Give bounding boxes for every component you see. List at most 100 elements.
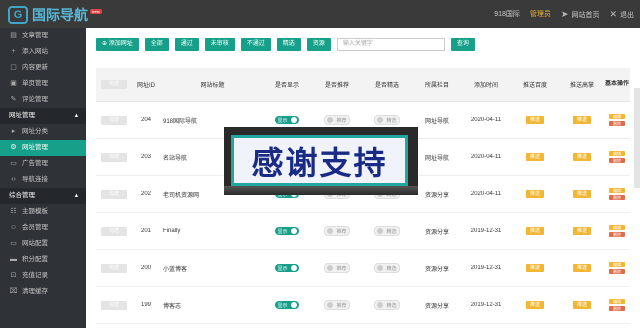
row-checkbox[interactable]: 勾选 xyxy=(101,300,127,310)
row-checkbox[interactable]: 勾选 xyxy=(101,152,127,162)
featured-toggle-label: 精选 xyxy=(386,265,397,272)
featured-toggle[interactable]: 精选 xyxy=(374,115,400,125)
recommend-toggle[interactable]: 推荐 xyxy=(324,226,350,236)
row-actions: 编辑 删除 xyxy=(604,262,630,274)
sidebar-item-points-config[interactable]: ▬ 积分配置 xyxy=(0,252,86,268)
delete-button[interactable]: 删除 xyxy=(609,306,625,311)
push-baidu-button[interactable]: 推送 xyxy=(525,227,544,235)
filter-featured-button[interactable]: 精选 xyxy=(276,38,301,51)
edit-button[interactable]: 编辑 xyxy=(609,262,625,267)
filter-pending-button[interactable]: 未审核 xyxy=(204,38,235,51)
select-all-checkbox[interactable]: 勾选 xyxy=(101,80,127,89)
show-toggle[interactable]: 显示 xyxy=(275,116,299,124)
delete-button[interactable]: 删除 xyxy=(609,158,625,163)
top-bar: G 国际导航 beta 918国际 管理员 ➤ 网站首页 ✕ 退出 xyxy=(0,0,640,28)
push-bing-button[interactable]: 推送 xyxy=(572,116,591,124)
sidebar-item-pages[interactable]: ▣ 单页管理 xyxy=(0,76,86,92)
search-button[interactable]: 查询 xyxy=(450,38,475,51)
logout-link[interactable]: ✕ 退出 xyxy=(609,9,634,20)
featured-toggle[interactable]: 精选 xyxy=(374,300,400,310)
add-site-button[interactable]: ⊕ 添加网址 xyxy=(96,38,139,51)
edit-button[interactable]: 编辑 xyxy=(609,225,625,230)
cell-id: 203 xyxy=(140,154,151,160)
scrollbar[interactable] xyxy=(634,88,640,188)
push-baidu-button[interactable]: 推送 xyxy=(525,301,544,309)
sidebar-item-comments[interactable]: ✎ 评论管理 xyxy=(0,92,86,108)
cell-push-baidu: 推送 xyxy=(510,153,560,161)
sidebar-group-label: 综合管理 xyxy=(9,192,35,199)
admin-name[interactable]: 管理员 xyxy=(530,9,551,19)
edit-button[interactable]: 编辑 xyxy=(609,151,625,156)
site-home-link[interactable]: ➤ 网站首页 xyxy=(561,9,600,20)
filter-resource-button[interactable]: 资源 xyxy=(306,38,331,51)
cell-title[interactable]: 小蓝博客 xyxy=(160,264,262,273)
file-icon: ▢ xyxy=(10,64,17,71)
featured-toggle[interactable]: 精选 xyxy=(374,226,400,236)
edit-button[interactable]: 编辑 xyxy=(609,114,625,119)
cell-title[interactable]: 博客志 xyxy=(160,301,262,310)
code-icon: ‹› xyxy=(11,176,16,183)
sidebar-item-articles[interactable]: ▤ 文章管理 xyxy=(0,28,86,44)
push-baidu-button[interactable]: 推送 xyxy=(525,264,544,272)
delete-button[interactable]: 删除 xyxy=(609,269,625,274)
sidebar-item-add-site[interactable]: + 添入网站 xyxy=(0,44,86,60)
filter-approved-button[interactable]: 通过 xyxy=(174,38,199,51)
cell-push-baidu: 推送 xyxy=(510,264,560,272)
push-bing-button[interactable]: 推送 xyxy=(572,227,591,235)
cell-show: 显示 xyxy=(262,301,312,309)
plus-circle-icon: ⊕ xyxy=(102,41,109,47)
sidebar-item-label: 内容更新 xyxy=(22,64,48,71)
sidebar-item-site-categories[interactable]: ▸ 网址分类 xyxy=(0,124,86,140)
recommend-toggle[interactable]: 推荐 xyxy=(324,300,350,310)
push-bing-button[interactable]: 推送 xyxy=(572,301,591,309)
push-bing-button[interactable]: 推送 xyxy=(572,190,591,198)
push-baidu-button[interactable]: 推送 xyxy=(525,116,544,124)
search-input[interactable]: 输入关键字 xyxy=(336,38,445,51)
cell-featured: 精选 xyxy=(362,115,412,125)
logo[interactable]: G 国际导航 beta xyxy=(8,5,102,25)
row-checkbox[interactable]: 勾选 xyxy=(101,226,127,236)
cell-title[interactable]: 918国际导航 xyxy=(160,116,262,125)
sidebar-group-general[interactable]: 综合管理 ▴ xyxy=(0,188,86,204)
sidebar-item-nav-links[interactable]: ‹› 导航连接 xyxy=(0,172,86,188)
recommend-toggle[interactable]: 推荐 xyxy=(324,115,350,125)
cell-ops: 编辑 删除 xyxy=(604,262,630,274)
show-toggle[interactable]: 显示 xyxy=(275,264,299,272)
sidebar-item-site-config[interactable]: ▭ 网站配置 xyxy=(0,236,86,252)
comment-icon: ✎ xyxy=(10,96,17,103)
sidebar-item-ads[interactable]: ▭ 广告管理 xyxy=(0,156,86,172)
cell-check: 勾选 xyxy=(96,263,132,273)
filter-rejected-button[interactable]: 不通过 xyxy=(240,38,271,51)
cell-date: 2019-12-31 xyxy=(470,302,502,308)
recommend-toggle[interactable]: 推荐 xyxy=(324,263,350,273)
site-link[interactable]: 918国际 xyxy=(494,9,520,19)
sidebar-group-sites[interactable]: 网址管理 ▴ xyxy=(0,108,86,124)
row-checkbox[interactable]: 勾选 xyxy=(101,189,127,199)
sidebar-item-site-manage[interactable]: ⚙ 网址管理 xyxy=(0,140,86,156)
edit-button[interactable]: 编辑 xyxy=(609,188,625,193)
sidebar-item-recharge-records[interactable]: ⊡ 充值记录 xyxy=(0,268,86,284)
sidebar-item-members[interactable]: ☺ 会员管理 xyxy=(0,220,86,236)
row-checkbox[interactable]: 勾选 xyxy=(101,263,127,273)
push-baidu-button[interactable]: 推送 xyxy=(525,153,544,161)
delete-button[interactable]: 删除 xyxy=(609,232,625,237)
push-bing-button[interactable]: 推送 xyxy=(572,264,591,272)
featured-toggle[interactable]: 精选 xyxy=(374,263,400,273)
toggle-knob xyxy=(377,302,384,308)
sidebar-item-content-update[interactable]: ▢ 内容更新 xyxy=(0,60,86,76)
show-toggle[interactable]: 显示 xyxy=(275,301,299,309)
delete-button[interactable]: 删除 xyxy=(609,195,625,200)
push-baidu-button[interactable]: 推送 xyxy=(525,190,544,198)
cell-date: 2019-12-31 xyxy=(470,265,502,271)
delete-button[interactable]: 删除 xyxy=(609,121,625,126)
overlay-shadow xyxy=(224,186,418,195)
row-checkbox[interactable]: 勾选 xyxy=(101,115,127,125)
cell-title[interactable]: Finally xyxy=(160,228,262,234)
filter-all-button[interactable]: 全部 xyxy=(144,38,169,51)
sidebar-item-label: 积分配置 xyxy=(22,256,48,263)
push-bing-button[interactable]: 推送 xyxy=(572,153,591,161)
sidebar-item-themes[interactable]: ☷ 主题模板 xyxy=(0,204,86,220)
show-toggle[interactable]: 显示 xyxy=(275,227,299,235)
sidebar-item-clear-cache[interactable]: ⌧ 清理缓存 xyxy=(0,284,86,300)
edit-button[interactable]: 编辑 xyxy=(609,299,625,304)
